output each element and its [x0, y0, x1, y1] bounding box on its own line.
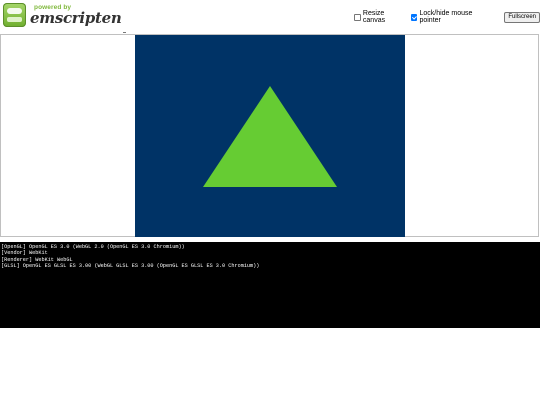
- logo-wordmark: emscripten: [30, 9, 122, 27]
- fullscreen-button[interactable]: Fullscreen: [504, 11, 540, 23]
- green-triangle: [203, 86, 337, 187]
- lock-mouse-label: Lock/hide mouse pointer: [419, 10, 473, 24]
- emscripten-logo[interactable]: powered by emscripten: [3, 3, 122, 29]
- separator-mark: [123, 32, 126, 33]
- emscripten-badge-icon: [3, 3, 26, 27]
- canvas-drawing: [203, 86, 337, 187]
- resize-canvas-checkbox[interactable]: [354, 13, 361, 21]
- console-line: [GLSL] OpenGL ES GLSL ES 3.00 (WebGL GLS…: [1, 263, 260, 270]
- webgl-canvas[interactable]: [135, 35, 405, 237]
- lock-mouse-checkbox[interactable]: [410, 13, 418, 21]
- resize-canvas-label: Resize canvas: [362, 10, 386, 24]
- lock-mouse-option[interactable]: Lock/hide mouse pointer: [410, 10, 495, 24]
- page-header: powered by emscripten Resize canvas Lock…: [0, 0, 540, 32]
- canvas-controls: Resize canvas Lock/hide mouse pointer Fu…: [354, 10, 540, 24]
- console-output[interactable]: [OpenGL] OpenGL ES 3.0 (WebGL 2.0 (OpenG…: [0, 242, 540, 328]
- resize-canvas-option[interactable]: Resize canvas: [354, 10, 408, 24]
